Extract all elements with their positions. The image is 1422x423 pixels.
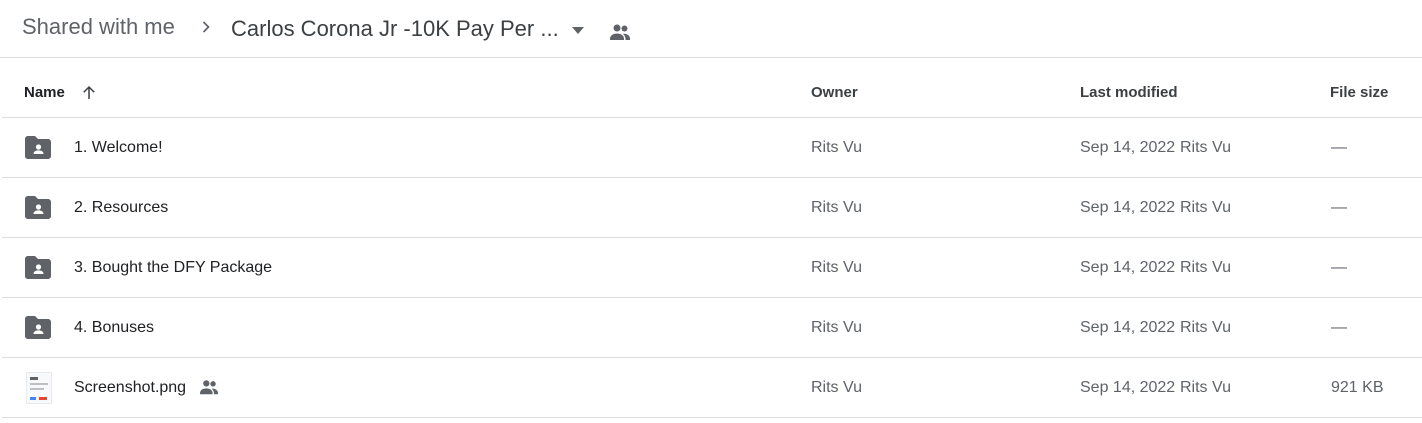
file-name: 1. Welcome!	[74, 139, 163, 156]
breadcrumb: Shared with me Carlos Corona Jr -10K Pay…	[0, 0, 1422, 58]
file-name: 2. Resources	[74, 199, 169, 216]
modified-date-cell: Sep 14, 2022	[1080, 199, 1176, 216]
arrow-upward-icon[interactable]	[80, 84, 98, 102]
modified-by-cell: Rits Vu	[1180, 139, 1231, 156]
breadcrumb-current-folder[interactable]: Carlos Corona Jr -10K Pay Per ...	[231, 16, 559, 42]
file-size-cell: —	[1331, 319, 1347, 336]
file-name: 4. Bonuses	[74, 319, 155, 336]
table-header: Name Owner Last modified File size	[2, 58, 1422, 118]
file-size-cell: —	[1331, 139, 1347, 156]
column-header-name[interactable]: Name	[24, 58, 65, 118]
file-size-cell: 921 KB	[1331, 379, 1384, 396]
owner-cell: Rits Vu	[811, 319, 862, 336]
column-header-file-size[interactable]: File size	[1330, 58, 1388, 118]
people-icon	[200, 380, 218, 395]
shared-folder-icon	[25, 196, 51, 219]
shared-folder-icon	[25, 136, 51, 159]
shared-folder-icon	[25, 316, 51, 339]
modified-date-cell: Sep 14, 2022	[1080, 259, 1176, 276]
table-row[interactable]: 3. Bought the DFY Package Rits Vu Sep 14…	[2, 238, 1422, 298]
modified-date-cell: Sep 14, 2022	[1080, 319, 1176, 336]
table-row[interactable]: 4. Bonuses Rits Vu Sep 14, 2022 Rits Vu …	[2, 298, 1422, 358]
chevron-right-icon	[202, 21, 210, 33]
owner-cell: Rits Vu	[811, 139, 862, 156]
file-list: Name Owner Last modified File size 1. We…	[2, 58, 1422, 418]
modified-by-cell: Rits Vu	[1180, 259, 1231, 276]
table-row[interactable]: 1. Welcome! Rits Vu Sep 14, 2022 Rits Vu…	[2, 118, 1422, 178]
image-thumbnail-icon	[26, 372, 52, 404]
modified-date-cell: Sep 14, 2022	[1080, 379, 1176, 396]
file-name: Screenshot.png	[74, 379, 187, 396]
modified-by-cell: Rits Vu	[1180, 319, 1231, 336]
column-header-owner[interactable]: Owner	[811, 58, 858, 118]
owner-cell: Rits Vu	[811, 199, 862, 216]
owner-cell: Rits Vu	[811, 259, 862, 276]
column-header-last-modified[interactable]: Last modified	[1080, 58, 1178, 118]
table-row[interactable]: 2. Resources Rits Vu Sep 14, 2022 Rits V…	[2, 178, 1422, 238]
modified-by-cell: Rits Vu	[1180, 199, 1231, 216]
modified-date-cell: Sep 14, 2022	[1080, 139, 1176, 156]
owner-cell: Rits Vu	[811, 379, 862, 396]
table-row[interactable]: Screenshot.png Rits Vu Sep 14, 2022 Rits…	[2, 358, 1422, 418]
modified-by-cell: Rits Vu	[1180, 379, 1231, 396]
file-size-cell: —	[1331, 199, 1347, 216]
arrow-drop-down-icon[interactable]	[570, 24, 586, 36]
breadcrumb-shared-with-me[interactable]: Shared with me	[22, 14, 175, 40]
file-size-cell: —	[1331, 259, 1347, 276]
shared-folder-icon	[25, 256, 51, 279]
people-icon[interactable]	[608, 22, 632, 42]
file-name: 3. Bought the DFY Package	[74, 259, 273, 276]
